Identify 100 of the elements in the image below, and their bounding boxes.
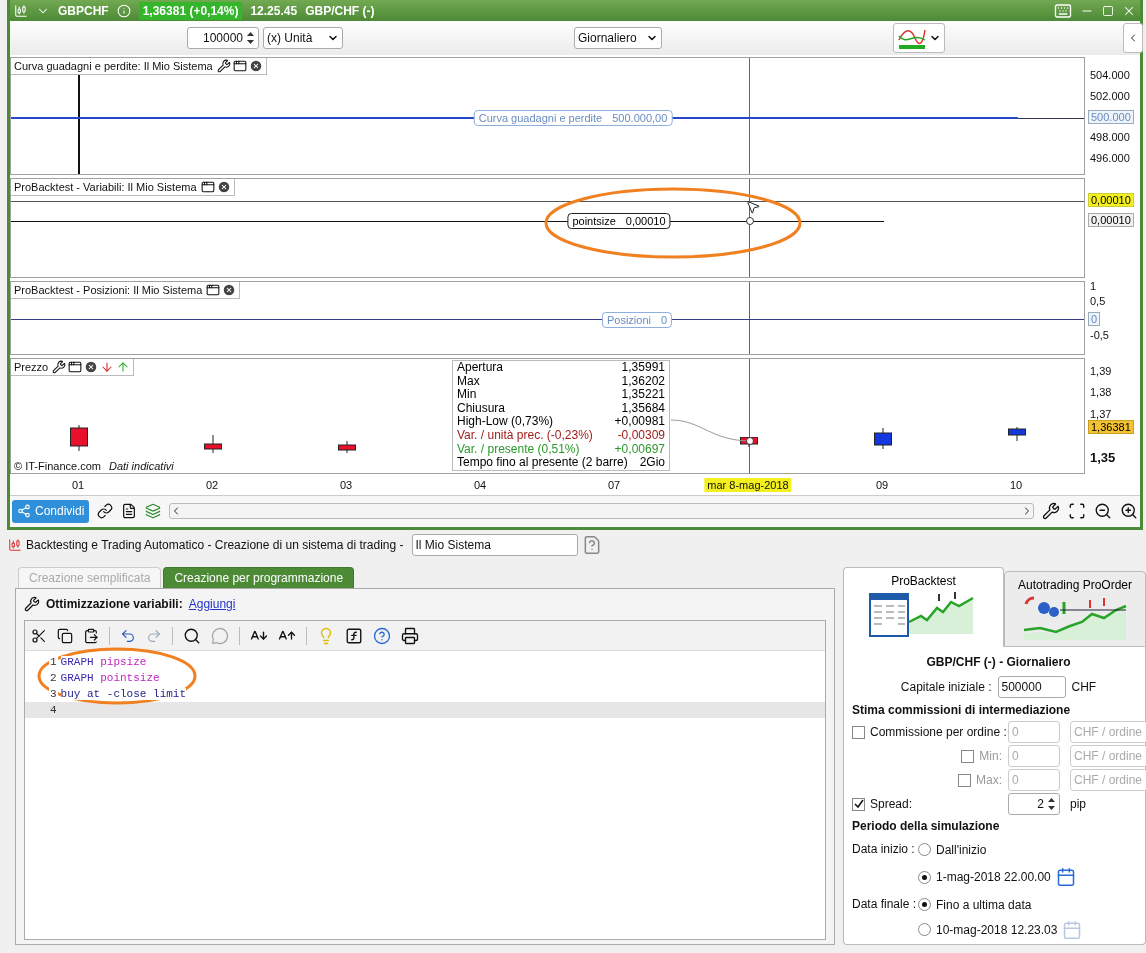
axis-tick-label: 496.000: [1090, 152, 1130, 164]
help-icon[interactable]: [373, 626, 391, 645]
spinner-icon[interactable]: [246, 31, 255, 45]
capital-field[interactable]: 500000: [997, 675, 1066, 698]
info-value: 1,36202: [620, 374, 666, 389]
paste-icon[interactable]: [83, 627, 99, 644]
axis-value-marker: 0,00010: [1088, 213, 1134, 227]
date-label: 02: [204, 478, 220, 492]
scrollbar[interactable]: [169, 503, 1034, 519]
quantity-field[interactable]: 100000: [187, 27, 259, 49]
wrench-icon[interactable]: [24, 596, 40, 612]
calendar-icon[interactable]: [1055, 867, 1076, 887]
checkbox-label: Min:: [979, 749, 1002, 763]
window-icon[interactable]: [68, 360, 83, 374]
window-icon[interactable]: [232, 59, 247, 73]
optimization-label: Ottimizzazione variabili:: [46, 597, 183, 611]
link-icon[interactable]: [97, 503, 114, 519]
instrument-name: GBP/CHF (-): [305, 3, 375, 18]
window-icon[interactable]: [206, 283, 221, 297]
axis-tick-label: 1,35: [1090, 449, 1116, 465]
symbol-name: GBPCHF: [58, 3, 109, 18]
candlestick: [337, 441, 357, 453]
spread-field[interactable]: 2: [1008, 793, 1060, 815]
axis-value-marker: 500.000: [1088, 110, 1134, 124]
axis-tick-label: -0,5: [1090, 329, 1109, 341]
date-label: 01: [70, 478, 86, 492]
maximize-icon[interactable]: [1102, 4, 1114, 17]
mode-tab[interactable]: Autotrading ProOrder: [1004, 571, 1146, 647]
share-icon: [17, 504, 31, 518]
radio-label: Dall'inizio: [936, 842, 987, 857]
undo-icon[interactable]: [120, 627, 136, 644]
axis-value-marker: 1,36381: [1088, 420, 1134, 434]
close-icon[interactable]: [222, 283, 237, 297]
checkbox[interactable]: [852, 797, 865, 811]
series-name: Curva guadagni e perdite: [478, 112, 603, 124]
section-heading: Periodo della simulazione: [852, 819, 1000, 833]
function-icon[interactable]: [345, 626, 363, 645]
zoom-out-icon[interactable]: [1094, 502, 1112, 520]
layers-icon[interactable]: [145, 503, 162, 519]
printer-icon[interactable]: [401, 626, 419, 645]
date-label: 03: [338, 478, 354, 492]
zoom-in-icon[interactable]: [1120, 502, 1138, 520]
indicator-button[interactable]: [893, 23, 945, 53]
code-token: pointsize: [100, 672, 160, 684]
info-value: +0,00981: [613, 415, 666, 429]
series-name: Posizioni: [606, 314, 651, 326]
radio-button[interactable]: [918, 923, 931, 936]
copyright-text: © IT-Finance.com: [13, 460, 102, 472]
info-icon[interactable]: [116, 3, 131, 18]
close-icon[interactable]: [84, 360, 99, 374]
candlestick: [873, 428, 893, 449]
keyboard-icon[interactable]: [1054, 1, 1072, 20]
date-label: 04: [472, 478, 488, 492]
radio-label: 1-mag-2018 22.00.00: [936, 870, 1051, 884]
info-label: High-Low (0,73%): [456, 415, 555, 429]
wrench-icon[interactable]: [1042, 502, 1060, 520]
close-icon[interactable]: [248, 59, 263, 73]
axis-tick-label: 0,5: [1090, 295, 1106, 307]
axis-tick-label: 1,39: [1090, 365, 1112, 377]
mode-tab[interactable]: ProBacktest: [843, 567, 1004, 647]
document-icon[interactable]: [121, 503, 138, 519]
candlestick: [203, 435, 223, 453]
spinner-icon[interactable]: [1047, 797, 1056, 811]
code-token: GRAPH: [60, 656, 94, 668]
search-icon[interactable]: [183, 626, 201, 645]
candlestick-icon: [8, 538, 22, 552]
system-name-field[interactable]: Il Mio Sistema: [411, 534, 578, 556]
data-note: Dati indicativi: [107, 460, 175, 472]
checkbox[interactable]: [958, 773, 971, 787]
mode-tab[interactable]: Creazione per programmazione: [163, 567, 355, 588]
checkbox[interactable]: [852, 725, 865, 739]
info-label: Min: [456, 388, 478, 402]
timeframe-select[interactable]: Giornaliero: [574, 27, 662, 49]
radio-label: 10-mag-2018 12.23.03: [936, 922, 1058, 937]
candlestick-icon: [14, 3, 28, 18]
date-label: 09: [874, 478, 890, 492]
info-value: +0,00697: [613, 442, 666, 457]
line-number: 1: [49, 656, 58, 668]
wrench-icon[interactable]: [52, 360, 67, 374]
cut-icon[interactable]: [31, 627, 47, 644]
unit-select[interactable]: (x) Unità: [263, 27, 343, 49]
wrench-icon[interactable]: [216, 59, 231, 73]
add-link[interactable]: Aggiungi: [188, 597, 236, 611]
axis-tick-label: 504.000: [1090, 69, 1130, 81]
instrument-subtitle: GBP/CHF (-) - Giornaliero: [926, 654, 1071, 669]
line-number: 3: [49, 688, 58, 700]
radio-button[interactable]: [918, 870, 931, 884]
close-icon[interactable]: [216, 180, 231, 194]
code-editor[interactable]: 1 GRAPH pipsize 2 GRAPH pointsize 3 buy at -close limit 4: [24, 620, 826, 940]
code-token: GRAPH: [60, 672, 94, 684]
side-panel-button[interactable]: [1123, 23, 1143, 53]
info-label: Chiusura: [456, 401, 507, 416]
radio-button[interactable]: [918, 843, 931, 856]
window-icon[interactable]: [200, 180, 215, 194]
radio-button[interactable]: [918, 898, 931, 911]
checkbox[interactable]: [961, 749, 975, 763]
panel-title: ProBacktest - Variabili: Il Mio Sistema: [14, 181, 197, 193]
section-heading: Stima commissioni di intermediazione: [852, 703, 1071, 717]
zoom-fit-icon[interactable]: [1068, 502, 1086, 520]
copy-icon[interactable]: [57, 627, 73, 644]
